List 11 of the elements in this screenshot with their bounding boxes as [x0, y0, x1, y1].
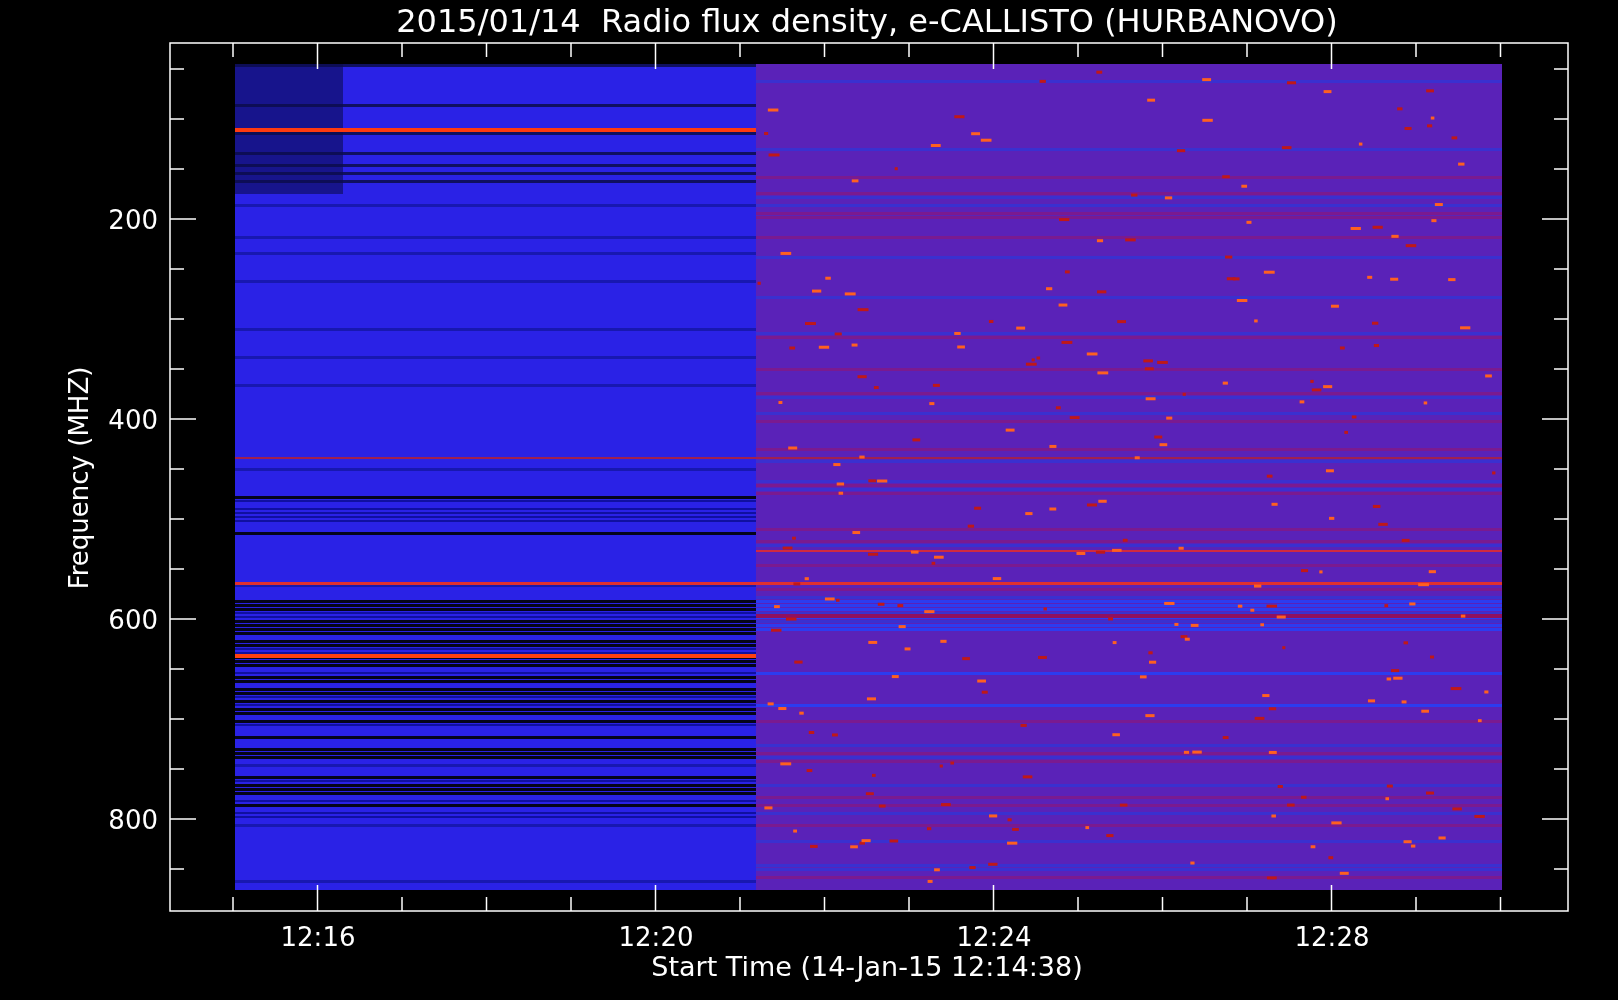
y-tick-label: 400: [108, 405, 158, 435]
x-tick-label: 12:20: [618, 922, 694, 952]
y-tick-label: 600: [108, 605, 158, 635]
chart-title: 2015/01/14 Radio flux density, e-CALLISTO (HURBANOVO): [396, 2, 1338, 40]
x-tick-label: 12:24: [956, 922, 1032, 952]
y-tick-label: 800: [108, 805, 158, 835]
y-axis-label: Frequency (MHZ): [64, 366, 94, 590]
x-tick-label: 12:28: [1294, 922, 1370, 952]
y-tick-label: 200: [108, 205, 158, 235]
x-tick-label: 12:16: [280, 922, 356, 952]
x-axis-label: Start Time (14-Jan-15 12:14:38): [651, 951, 1083, 982]
